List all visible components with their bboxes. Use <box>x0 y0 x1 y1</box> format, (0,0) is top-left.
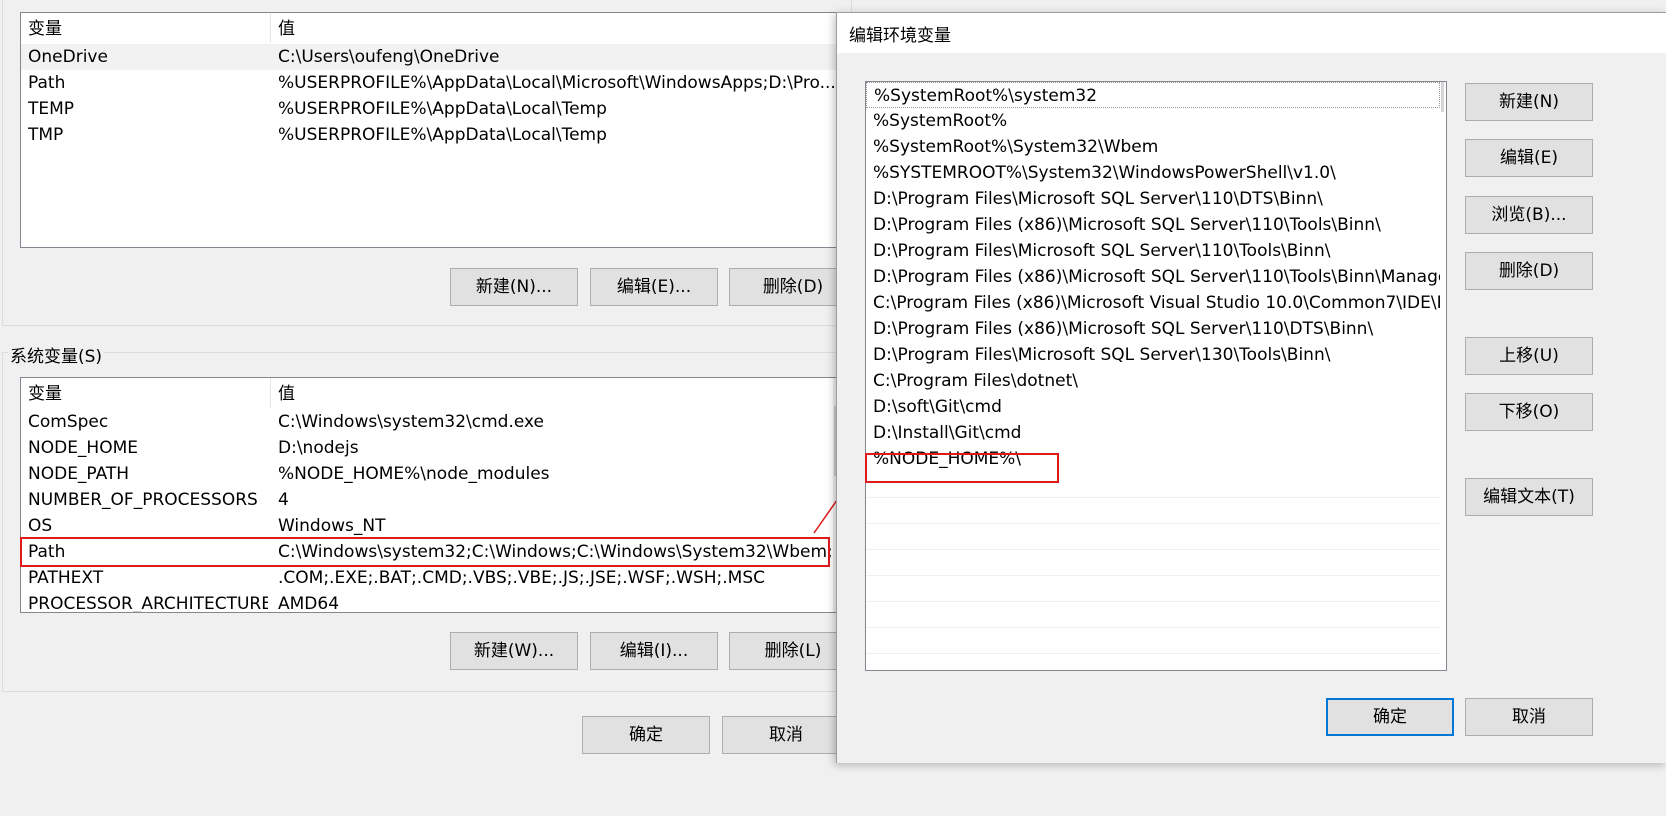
path-entry[interactable]: %SYSTEMROOT%\System32\WindowsPowerShell\… <box>866 160 1440 186</box>
dialog-titlebar[interactable]: 编辑环境变量 <box>837 13 1666 53</box>
path-entry[interactable]: D:\Install\Git\cmd <box>866 420 1440 446</box>
path-entry[interactable]: %SystemRoot% <box>866 108 1440 134</box>
path-entry[interactable]: %SystemRoot%\system32 <box>866 82 1440 108</box>
path-entry[interactable]: C:\Program Files\dotnet\ <box>866 368 1440 394</box>
path-list-scrollbar[interactable] <box>1440 82 1446 670</box>
path-entry[interactable]: D:\soft\Git\cmd <box>866 394 1440 420</box>
empty-entry[interactable] <box>866 498 1440 524</box>
cancel-button[interactable]: 取消 <box>1465 698 1593 736</box>
path-entries-list[interactable]: %SystemRoot%\system32 %SystemRoot% %Syst… <box>865 81 1447 671</box>
edit-entry-button[interactable]: 编辑(E) <box>1465 139 1593 177</box>
path-entry[interactable]: D:\Program Files\Microsoft SQL Server\11… <box>866 186 1440 212</box>
ok-button[interactable]: 确定 <box>1326 698 1454 736</box>
empty-entry[interactable] <box>866 628 1440 654</box>
scrollbar-thumb[interactable] <box>1441 82 1444 112</box>
path-entry[interactable]: D:\Program Files (x86)\Microsoft SQL Ser… <box>866 212 1440 238</box>
move-down-button[interactable]: 下移(O) <box>1465 393 1593 431</box>
path-entry[interactable]: D:\Program Files\Microsoft SQL Server\13… <box>866 342 1440 368</box>
path-entry[interactable]: %SystemRoot%\System32\Wbem <box>866 134 1440 160</box>
empty-entry[interactable] <box>866 550 1440 576</box>
empty-entry[interactable] <box>866 524 1440 550</box>
new-entry-highlight <box>865 453 1059 483</box>
new-entry-button[interactable]: 新建(N) <box>1465 83 1593 121</box>
empty-entry[interactable] <box>866 602 1440 628</box>
move-up-button[interactable]: 上移(U) <box>1465 337 1593 375</box>
edit-text-button[interactable]: 编辑文本(T) <box>1465 478 1593 516</box>
path-entry[interactable]: D:\Program Files\Microsoft SQL Server\11… <box>866 238 1440 264</box>
empty-entry[interactable] <box>866 576 1440 602</box>
delete-entry-button[interactable]: 删除(D) <box>1465 252 1593 290</box>
path-entry[interactable]: D:\Program Files (x86)\Microsoft SQL Ser… <box>866 316 1440 342</box>
edit-environment-variable-dialog: 编辑环境变量 %SystemRoot%\system32 %SystemRoot… <box>836 12 1666 763</box>
dialog-title: 编辑环境变量 <box>849 26 951 46</box>
path-entry[interactable]: C:\Program Files (x86)\Microsoft Visual … <box>866 290 1440 316</box>
path-entry[interactable]: D:\Program Files (x86)\Microsoft SQL Ser… <box>866 264 1440 290</box>
browse-button[interactable]: 浏览(B)... <box>1465 196 1593 234</box>
